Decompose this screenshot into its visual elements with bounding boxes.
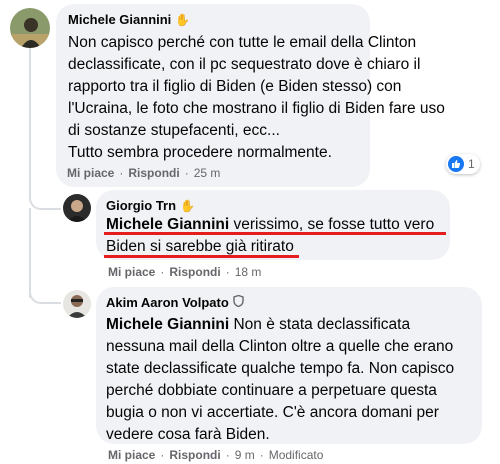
comment-actions: Mi piace · Rispondi · 25 m: [67, 166, 220, 180]
thread-curve: [29, 196, 61, 210]
comment-line: declassificate, con il pc sequestrato do…: [68, 56, 421, 73]
comment-bubble: Michele Giannini ✋ Non capisco perché co…: [56, 4, 445, 187]
reply-bubble: Giorgio Trn ✋ Michele Giannini verissimo…: [96, 190, 450, 260]
annotation-underline: [104, 255, 299, 258]
reply-line: nessuna mail della Clinton oltre a quell…: [106, 338, 454, 355]
avatar[interactable]: [10, 8, 50, 48]
like-button[interactable]: Mi piace: [67, 166, 114, 180]
comment-author[interactable]: Michele Giannini: [68, 12, 171, 27]
mention-link[interactable]: Michele Giannini: [106, 216, 229, 233]
shield-badge-icon: [233, 294, 244, 310]
reply-actions: Mi piace · Rispondi · 18 m: [108, 265, 261, 279]
reply-button[interactable]: Rispondi: [169, 448, 220, 462]
like-button[interactable]: Mi piace: [108, 448, 155, 462]
reply-actions: Mi piace · Rispondi · 9 m · Modificato: [108, 448, 323, 462]
wave-hand-icon: ✋: [175, 12, 191, 27]
annotation-underline: [104, 232, 446, 235]
reply-line: bugia o non vi accertiate. C'è ancora do…: [106, 404, 439, 421]
comment-line: Non capisco perché con tutte le email de…: [68, 34, 417, 51]
edited-label: Modificato: [268, 448, 324, 462]
comment-text: Non capisco perché con tutte le email de…: [68, 32, 500, 164]
separator: ·: [160, 265, 165, 279]
separator: ·: [225, 448, 230, 462]
separator: ·: [225, 265, 230, 279]
avatar[interactable]: [63, 194, 91, 222]
reply-line: Non è stata declassificata: [229, 316, 411, 333]
reply-author[interactable]: Giorgio Trn: [106, 198, 176, 213]
reply-author[interactable]: Akim Aaron Volpato: [106, 295, 229, 310]
thread-line: [29, 46, 31, 196]
reply-line: perché dobbiate continuare a perpetuare …: [106, 382, 437, 399]
timestamp[interactable]: 9 m: [235, 448, 255, 462]
separator: ·: [184, 166, 189, 180]
timestamp[interactable]: 18 m: [235, 265, 262, 279]
comment-line: Tutto sembra procedere normalmente.: [68, 144, 332, 161]
reply-line: state declassificate qualche tempo fa. N…: [106, 360, 455, 377]
reply-bubble: Akim Aaron Volpato Michele Giannini Non …: [96, 287, 482, 444]
separator: ·: [160, 448, 165, 462]
thread-line: [29, 208, 31, 298]
wave-hand-icon: ✋: [180, 198, 196, 213]
like-button[interactable]: Mi piace: [108, 265, 155, 279]
separator: ·: [259, 448, 264, 462]
avatar[interactable]: [63, 290, 91, 318]
comment-line: rapporto tra il figlio di Biden (e Biden…: [68, 78, 402, 95]
reply-button[interactable]: Rispondi: [169, 265, 220, 279]
comment-line: l'Ucraina, le foto che mostrano il figli…: [68, 100, 445, 117]
reactions-count: 1: [468, 157, 475, 171]
reply-button[interactable]: Rispondi: [128, 166, 179, 180]
reply-text: Michele Giannini verissimo, se fosse tut…: [106, 214, 451, 258]
timestamp[interactable]: 25 m: [194, 166, 221, 180]
reply-line: vedere cosa farà Biden.: [106, 426, 270, 443]
comment-line: di sostanze stupefacenti, ecc...: [68, 122, 280, 139]
reply-line: verissimo, se fosse tutto vero: [229, 216, 435, 233]
separator: ·: [119, 166, 124, 180]
like-icon: [448, 156, 464, 172]
reactions-badge[interactable]: 1: [446, 154, 480, 174]
thread-curve: [29, 290, 61, 304]
mention-link[interactable]: Michele Giannini: [106, 316, 229, 333]
reply-text: Michele Giannini Non è stata declassific…: [106, 314, 481, 446]
